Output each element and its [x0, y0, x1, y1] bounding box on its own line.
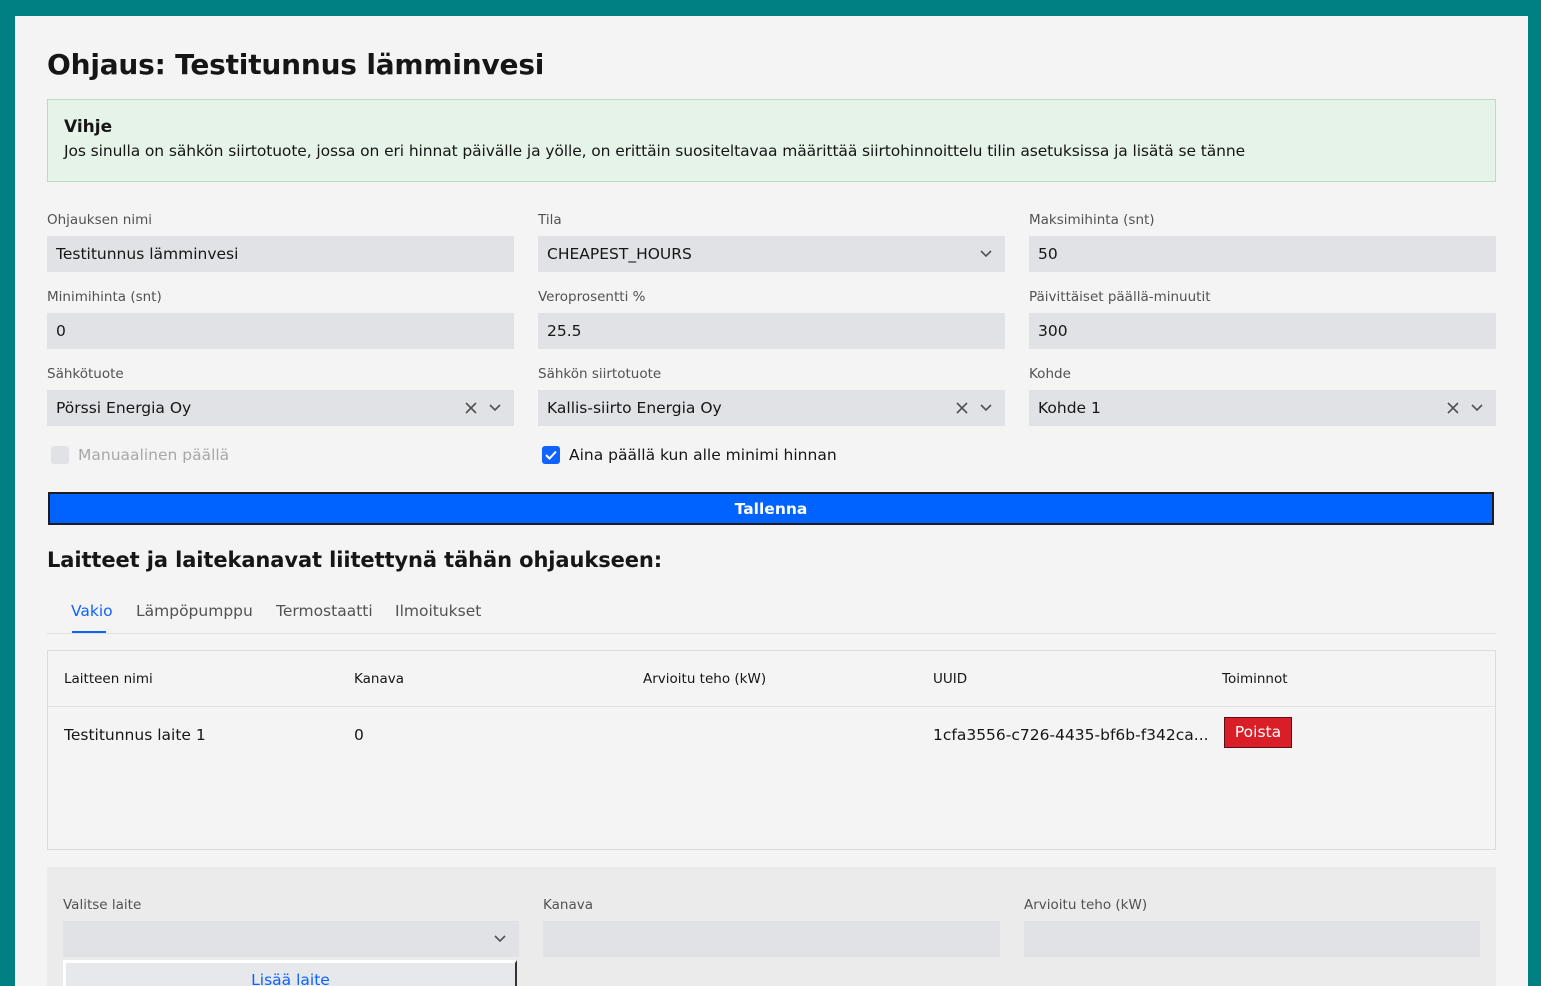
site-field: Kohde Kohde 1 — [1029, 366, 1496, 426]
energy-product-field: Sähkötuote Pörssi Energia Oy — [47, 366, 514, 426]
device-uuid-cell: 1cfa3556-c726-4435-bf6b-f342ca... — [933, 726, 1209, 744]
active-tab-indicator — [72, 631, 106, 633]
add-device-panel: Valitse laite Kanava Arvioitu teho (kW) … — [47, 867, 1496, 986]
delete-device-button[interactable]: Poista — [1224, 717, 1292, 748]
device-select[interactable] — [63, 921, 519, 957]
hint-title: Vihje — [64, 117, 113, 137]
daily-minutes-input[interactable]: 300 — [1029, 313, 1496, 349]
power-label: Arvioitu teho (kW) — [1024, 897, 1148, 913]
energy-product-select[interactable]: Pörssi Energia Oy — [47, 390, 514, 426]
manual-on-checkbox-row: Manuaalinen päällä — [51, 446, 229, 464]
energy-product-label: Sähkötuote — [47, 366, 124, 382]
tax-value: 25.5 — [547, 322, 582, 340]
page-title: Ohjaus: Testitunnus lämminvesi — [47, 48, 545, 81]
column-header-power: Arvioitu teho (kW) — [643, 671, 767, 687]
transfer-product-field: Sähkön siirtotuote Kallis-siirto Energia… — [538, 366, 1005, 426]
control-panel: Ohjaus: Testitunnus lämminvesi Vihje Jos… — [15, 16, 1528, 986]
hint-text: Jos sinulla on sähkön siirtotuote, jossa… — [64, 142, 1246, 160]
close-icon[interactable] — [955, 390, 971, 426]
column-header-actions: Toiminnot — [1222, 671, 1288, 687]
tab-lampopumppu[interactable]: Lämpöpumppu — [136, 602, 253, 620]
tab-termostaatti[interactable]: Termostaatti — [276, 602, 373, 620]
energy-product-value: Pörssi Energia Oy — [56, 399, 192, 417]
name-label: Ohjauksen nimi — [47, 212, 152, 228]
tab-ilmoitukset[interactable]: Ilmoitukset — [395, 602, 481, 620]
close-icon[interactable] — [464, 390, 480, 426]
mode-label: Tila — [538, 212, 562, 228]
tax-input[interactable]: 25.5 — [538, 313, 1005, 349]
chevron-down-icon[interactable] — [979, 236, 995, 272]
devices-section-title: Laitteet ja laitekanavat liitettynä tähä… — [47, 548, 663, 572]
power-input[interactable] — [1024, 921, 1480, 957]
column-header-uuid: UUID — [933, 671, 968, 687]
min-price-value: 0 — [56, 322, 66, 340]
manual-on-checkbox[interactable] — [51, 446, 69, 464]
manual-on-label: Manuaalinen päällä — [78, 446, 230, 464]
max-price-input[interactable]: 50 — [1029, 236, 1496, 272]
transfer-product-value: Kallis-siirto Energia Oy — [547, 399, 722, 417]
daily-minutes-label: Päivittäiset päällä-minuutit — [1029, 289, 1211, 305]
tax-label: Veroprosentti % — [538, 289, 646, 305]
mode-value: CHEAPEST_HOURS — [547, 245, 692, 263]
column-header-name: Laitteen nimi — [64, 671, 153, 687]
name-input[interactable]: Testitunnus lämminvesi — [47, 236, 514, 272]
power-field: Arvioitu teho (kW) — [1024, 897, 1480, 957]
chevron-down-icon[interactable] — [979, 390, 995, 426]
chevron-down-icon[interactable] — [493, 921, 509, 957]
device-select-label: Valitse laite — [63, 897, 142, 913]
name-field: Ohjauksen nimi Testitunnus lämminvesi — [47, 212, 514, 272]
daily-minutes-field: Päivittäiset päällä-minuutit 300 — [1029, 289, 1496, 349]
max-price-value: 50 — [1038, 245, 1058, 263]
mode-field: Tila CHEAPEST_HOURS — [538, 212, 1005, 272]
min-price-field: Minimihinta (snt) 0 — [47, 289, 514, 349]
tax-field: Veroprosentti % 25.5 — [538, 289, 1005, 349]
chevron-down-icon[interactable] — [488, 390, 504, 426]
column-header-channel: Kanava — [354, 671, 404, 687]
save-button[interactable]: Tallenna — [48, 492, 1494, 525]
transfer-product-select[interactable]: Kallis-siirto Energia Oy — [538, 390, 1005, 426]
device-tabs: Vakio Lämpöpumppu Termostaatti Ilmoituks… — [47, 600, 1496, 634]
chevron-down-icon[interactable] — [1470, 390, 1486, 426]
always-on-label: Aina päällä kun alle minimi hinnan — [569, 446, 837, 464]
site-value: Kohde 1 — [1038, 399, 1101, 417]
transfer-product-label: Sähkön siirtotuote — [538, 366, 662, 382]
channel-label: Kanava — [543, 897, 593, 913]
device-channel-cell: 0 — [354, 726, 364, 744]
hint-box: Vihje Jos sinulla on sähkön siirtotuote,… — [47, 99, 1496, 182]
close-icon[interactable] — [1446, 390, 1462, 426]
channel-input[interactable] — [543, 921, 1000, 957]
device-select-field: Valitse laite — [63, 897, 519, 957]
max-price-field: Maksimihinta (snt) 50 — [1029, 212, 1496, 272]
name-value: Testitunnus lämminvesi — [56, 245, 239, 263]
device-name-cell: Testitunnus laite 1 — [64, 726, 206, 744]
always-on-checkbox[interactable] — [542, 446, 560, 464]
max-price-label: Maksimihinta (snt) — [1029, 212, 1155, 228]
channel-field: Kanava — [543, 897, 1000, 957]
add-device-button[interactable]: Lisää laite — [63, 960, 517, 986]
devices-table: Laitteen nimi Kanava Arvioitu teho (kW) … — [47, 650, 1496, 850]
tab-vakio[interactable]: Vakio — [71, 602, 113, 620]
min-price-input[interactable]: 0 — [47, 313, 514, 349]
checkmark-icon — [545, 450, 557, 460]
always-on-checkbox-row: Aina päällä kun alle minimi hinnan — [542, 446, 837, 464]
min-price-label: Minimihinta (snt) — [47, 289, 162, 305]
site-label: Kohde — [1029, 366, 1071, 382]
daily-minutes-value: 300 — [1038, 322, 1068, 340]
mode-select[interactable]: CHEAPEST_HOURS — [538, 236, 1005, 272]
table-header: Laitteen nimi Kanava Arvioitu teho (kW) … — [48, 651, 1495, 707]
site-select[interactable]: Kohde 1 — [1029, 390, 1496, 426]
